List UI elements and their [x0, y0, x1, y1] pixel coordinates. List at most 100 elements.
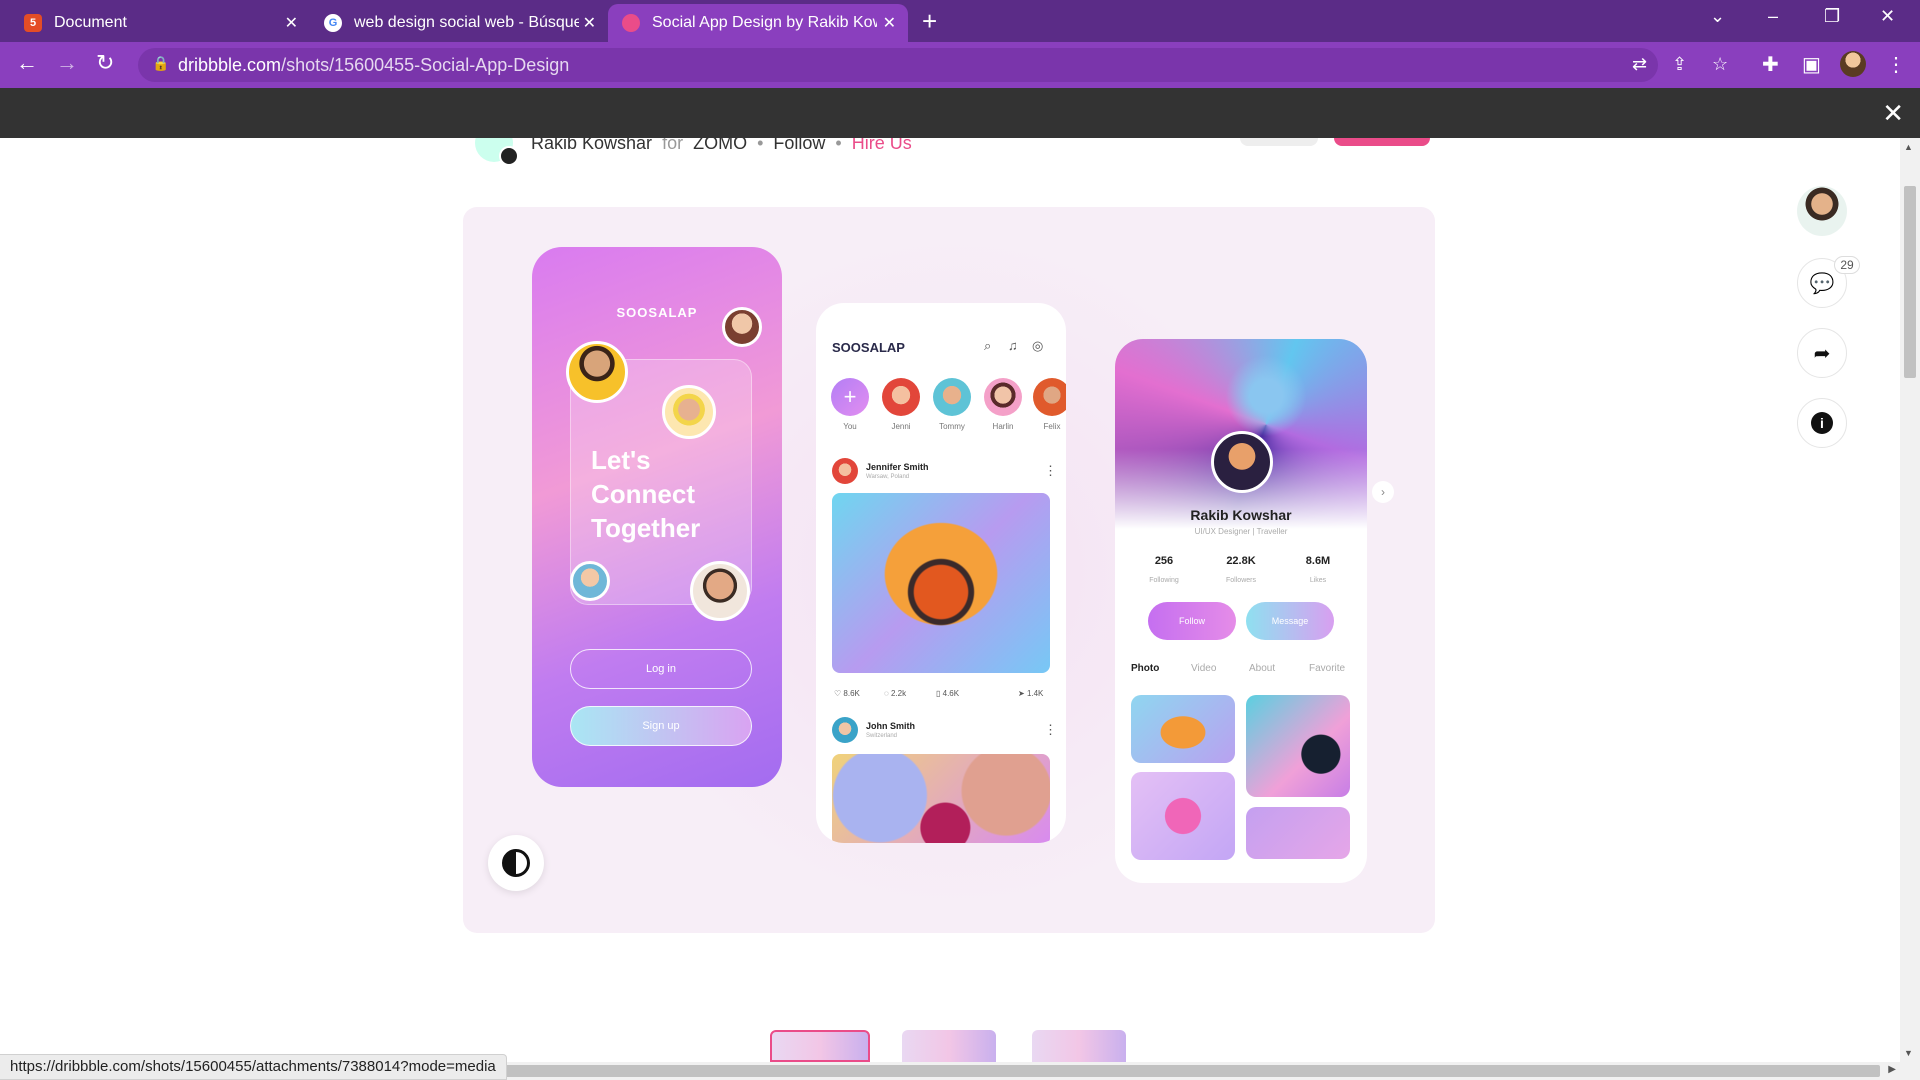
minimize-icon[interactable]: –: [1768, 6, 1778, 27]
author-name[interactable]: Rakib Kowshar: [531, 138, 652, 154]
team-name[interactable]: ZOMO: [693, 138, 747, 154]
phone-profile-screen: Rakib Kowshar UI/UX Designer | Traveller…: [1115, 339, 1367, 883]
profile-tab-photo: Photo: [1131, 663, 1160, 674]
separator-dot: •: [757, 138, 764, 153]
gallery-tile: [1246, 695, 1350, 797]
team-badge-icon: [499, 146, 519, 166]
tab-document[interactable]: 5 Document ✕: [10, 4, 310, 42]
gallery-tile: [1131, 695, 1235, 763]
extensions-icon[interactable]: ✚: [1762, 52, 1779, 77]
save-button[interactable]: [1240, 138, 1318, 146]
forward-icon[interactable]: →: [56, 50, 78, 76]
story-item: + You: [828, 378, 872, 431]
url-text: dribbble.com/shots/15600455-Social-App-D…: [178, 55, 570, 75]
close-icon[interactable]: ✕: [1882, 98, 1904, 129]
contrast-icon: [502, 849, 530, 877]
gallery-tile: [1246, 807, 1350, 859]
kpi-likes: 8.6M Likes: [1305, 555, 1331, 584]
close-icon[interactable]: ✕: [583, 13, 596, 33]
modal-top-bar: ✕: [0, 88, 1920, 138]
browser-toolbar: ← → ↻ 🔒 dribbble.com/shots/15600455-Soci…: [0, 42, 1920, 88]
phone-feed-screen: SOOSALAP ⌕ ♫ ◎ + You Jenni Tommy Harlin F…: [816, 303, 1066, 843]
hero-heading: Let's Connect Together: [591, 445, 701, 543]
comment-count-badge: 29: [1834, 256, 1860, 274]
more-vertical-icon: ⋮: [1044, 722, 1057, 737]
bell-icon: ♫: [1008, 338, 1018, 353]
kpi-followers: 22.8K Followers: [1226, 555, 1256, 584]
profile-avatar[interactable]: [1840, 51, 1866, 77]
profile-role: UI/UX Designer | Traveller: [1194, 527, 1288, 536]
share-arrow-icon: ➦: [1813, 342, 1831, 365]
thumbnail-1[interactable]: [770, 1030, 870, 1062]
designer-avatar[interactable]: [1797, 186, 1847, 236]
dribbble-icon: [622, 14, 640, 32]
shot-author-row: Rakib Kowshar for ZOMO • Follow • Hire U…: [475, 138, 922, 166]
author-avatar[interactable]: [475, 138, 519, 166]
thumbnail-3[interactable]: [1032, 1030, 1126, 1062]
post-image-balloons: [832, 754, 1050, 843]
app-brand: SOOSALAP: [832, 340, 905, 355]
menu-kebab-icon[interactable]: ⋮: [1886, 52, 1906, 77]
login-button: Log in: [570, 649, 752, 689]
bookmark-star-icon[interactable]: ☆: [1712, 54, 1728, 75]
gallery-tile: [1131, 772, 1235, 860]
story-item: Harlin: [981, 378, 1025, 431]
story-item: Tommy: [930, 378, 974, 431]
close-icon[interactable]: ✕: [285, 13, 298, 33]
like-button[interactable]: [1334, 138, 1430, 146]
new-tab-icon[interactable]: +: [922, 6, 937, 37]
separator-dot: •: [835, 138, 842, 153]
profile-name: Rakib Kowshar: [1190, 507, 1292, 523]
post-header: John Smith Switzerland: [832, 717, 915, 743]
avatar: [566, 341, 628, 403]
post-header: Jennifer Smith Warsaw, Poland: [832, 458, 929, 484]
story-item: Felix: [1030, 378, 1066, 431]
restore-icon[interactable]: ❐: [1824, 6, 1840, 27]
thumbnail-2[interactable]: [902, 1030, 996, 1062]
avatar: [690, 561, 750, 621]
kpi-following: 256 Following: [1149, 555, 1179, 584]
add-story-icon: +: [831, 378, 869, 416]
profile-message-button: Message: [1246, 602, 1334, 640]
for-label: for: [662, 138, 684, 153]
more-vertical-icon: ⋮: [1044, 463, 1057, 478]
follow-link[interactable]: Follow: [773, 138, 825, 154]
close-icon[interactable]: ✕: [883, 13, 896, 33]
profile-tab-video: Video: [1191, 663, 1217, 674]
contrast-toggle-button[interactable]: [488, 835, 544, 891]
share-icon[interactable]: ⇪: [1672, 54, 1687, 75]
profile-avatar: [1211, 431, 1273, 493]
window-close-icon[interactable]: ✕: [1880, 6, 1895, 27]
phone-login-screen: SOOSALAP Let's Connect Together Log in Sig…: [532, 247, 782, 787]
profile-follow-button: Follow: [1148, 602, 1236, 640]
vertical-scrollbar-thumb[interactable]: [1904, 186, 1916, 378]
reload-icon[interactable]: ↻: [96, 50, 114, 76]
chevron-right-icon: ›: [1372, 481, 1394, 503]
shot-modal: Rakib Kowshar for ZOMO • Follow • Hire U…: [0, 138, 1900, 1062]
avatar: [722, 307, 762, 347]
comment-icon: 💬: [1809, 272, 1835, 295]
story-item: Jenni: [879, 378, 923, 431]
lock-icon: 🔒: [152, 55, 170, 71]
google-icon: G: [324, 14, 342, 32]
translate-icon[interactable]: ⇄: [1632, 54, 1647, 75]
hire-us-link[interactable]: Hire Us: [852, 138, 912, 154]
tab-google-search[interactable]: G web design social web - Búsqueda ✕: [310, 4, 608, 42]
side-panel-icon[interactable]: ▣: [1802, 52, 1821, 77]
tab-dribbble-shot[interactable]: Social App Design by Rakib Kowshar ✕: [608, 4, 908, 42]
settings-icon: ◎: [1032, 338, 1044, 353]
info-button[interactable]: i: [1797, 398, 1847, 448]
profile-tab-favorite: Favorite: [1309, 663, 1346, 674]
tab-title: Social App Design by Rakib Kowshar: [652, 14, 877, 31]
tab-search-chevron-icon[interactable]: ⌄: [1710, 6, 1725, 27]
tab-title: web design social web - Búsqueda: [354, 14, 579, 31]
avatar: [662, 385, 716, 439]
back-icon[interactable]: ←: [16, 50, 38, 76]
status-bar-url: https://dribbble.com/shots/15600455/atta…: [0, 1054, 507, 1080]
profile-tab-about: About: [1249, 663, 1276, 674]
vertical-scrollbar[interactable]: ▲ ▼: [1900, 138, 1920, 1062]
search-icon: ⌕: [984, 338, 992, 353]
shot-media[interactable]: SOOSALAP Let's Connect Together Log in Sig…: [463, 207, 1435, 933]
address-bar[interactable]: 🔒 dribbble.com/shots/15600455-Social-App…: [138, 48, 1728, 82]
share-button[interactable]: ➦: [1797, 328, 1847, 378]
